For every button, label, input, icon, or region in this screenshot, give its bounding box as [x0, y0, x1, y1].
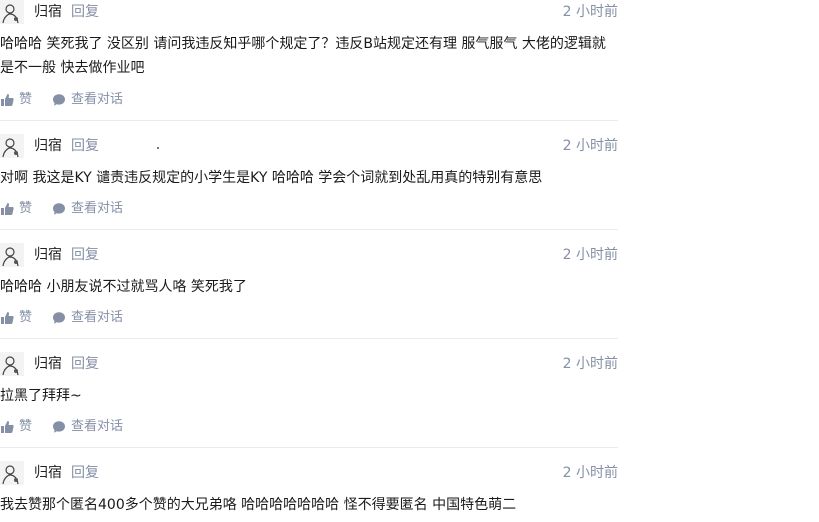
view-conversation-button[interactable]: 查看对话 — [52, 418, 132, 436]
like-label: 赞 — [19, 419, 33, 434]
view-conversation-label: 查看对话 — [71, 419, 124, 434]
comment-meta: 归宿 回复 2 小时前 — [0, 352, 618, 378]
comment-text: 我去赞那个匿名400多个赞的大兄弟咯 哈哈哈哈哈哈哈 怪不得要匿名 中国特色萌二 — [0, 497, 517, 513]
speech-bubble-icon — [53, 312, 65, 324]
speech-bubble-icon — [53, 421, 65, 433]
comment-meta: 归宿 回复 2 小时前 — [0, 243, 618, 269]
thumbs-up-icon — [1, 94, 14, 106]
author-name[interactable]: 归宿 — [34, 137, 62, 155]
comment-text: 对啊 我这是KY 谴责违反规定的小学生是KY 哈哈哈 学会个词就到处乱用真的特别… — [0, 170, 543, 186]
like-button[interactable]: 赞 — [0, 91, 36, 109]
timestamp: 2 小时前 — [562, 247, 618, 263]
avatar-image — [0, 134, 24, 158]
comment-text: 拉黑了拜拜~ — [0, 388, 82, 404]
reply-button[interactable]: 回复 — [71, 355, 99, 373]
avatar-image — [0, 461, 24, 485]
comment-text: 哈哈哈 小朋友说不过就骂人咯 笑死我了 — [0, 279, 247, 295]
speech-bubble-icon — [53, 94, 65, 106]
avatar[interactable] — [0, 352, 24, 376]
timestamp: 2 小时前 — [562, 465, 618, 481]
stray-dot — [157, 147, 159, 149]
author-name[interactable]: 归宿 — [34, 246, 62, 264]
author-name[interactable]: 归宿 — [34, 464, 62, 482]
avatar-image — [0, 0, 24, 24]
reply-button[interactable]: 回复 — [71, 464, 99, 482]
reply-button[interactable]: 回复 — [71, 137, 99, 155]
timestamp: 2 小时前 — [562, 138, 618, 154]
author-name[interactable]: 归宿 — [34, 3, 62, 21]
view-conversation-label: 查看对话 — [71, 92, 124, 107]
like-button[interactable]: 赞 — [0, 418, 36, 436]
avatar-image — [0, 243, 24, 267]
like-label: 赞 — [19, 201, 33, 216]
comment-text: 哈哈哈 笑死我了 没区别 请问我违反知乎哪个规定了？违反B站规定还有理 服气服气… — [0, 36, 606, 76]
thumbs-up-icon — [1, 203, 14, 215]
comment-meta: 归宿 回复 2 小时前 — [0, 0, 618, 26]
view-conversation-label: 查看对话 — [71, 201, 124, 216]
like-label: 赞 — [19, 310, 33, 325]
author-name[interactable]: 归宿 — [34, 355, 62, 373]
avatar[interactable] — [0, 0, 24, 24]
comment-divider — [0, 338, 618, 339]
avatar[interactable] — [0, 134, 24, 158]
comment-divider — [0, 120, 618, 121]
thumbs-up-icon — [1, 312, 14, 324]
thumbs-up-icon — [1, 421, 14, 433]
avatar-image — [0, 352, 24, 376]
avatar[interactable] — [0, 461, 24, 485]
view-conversation-button[interactable]: 查看对话 — [52, 200, 132, 218]
reply-button[interactable]: 回复 — [71, 246, 99, 264]
view-conversation-button[interactable]: 查看对话 — [52, 91, 132, 109]
comment-meta: 归宿 回复 2 小时前 — [0, 134, 618, 160]
avatar[interactable] — [0, 243, 24, 267]
comment-meta: 归宿 回复 2 小时前 — [0, 461, 618, 487]
speech-bubble-icon — [53, 203, 65, 215]
timestamp: 2 小时前 — [562, 4, 618, 20]
reply-button[interactable]: 回复 — [71, 3, 99, 21]
like-label: 赞 — [19, 92, 33, 107]
like-button[interactable]: 赞 — [0, 309, 36, 327]
comment-divider — [0, 229, 618, 230]
comment-feed: 归宿 回复 2 小时前 哈哈哈 笑死我了 没区别 请问我违反知乎哪个规定了？违反… — [0, 0, 819, 522]
timestamp: 2 小时前 — [562, 356, 618, 372]
view-conversation-button[interactable]: 查看对话 — [52, 309, 132, 327]
view-conversation-label: 查看对话 — [71, 310, 124, 325]
comment-divider — [0, 447, 618, 448]
like-button[interactable]: 赞 — [0, 200, 36, 218]
